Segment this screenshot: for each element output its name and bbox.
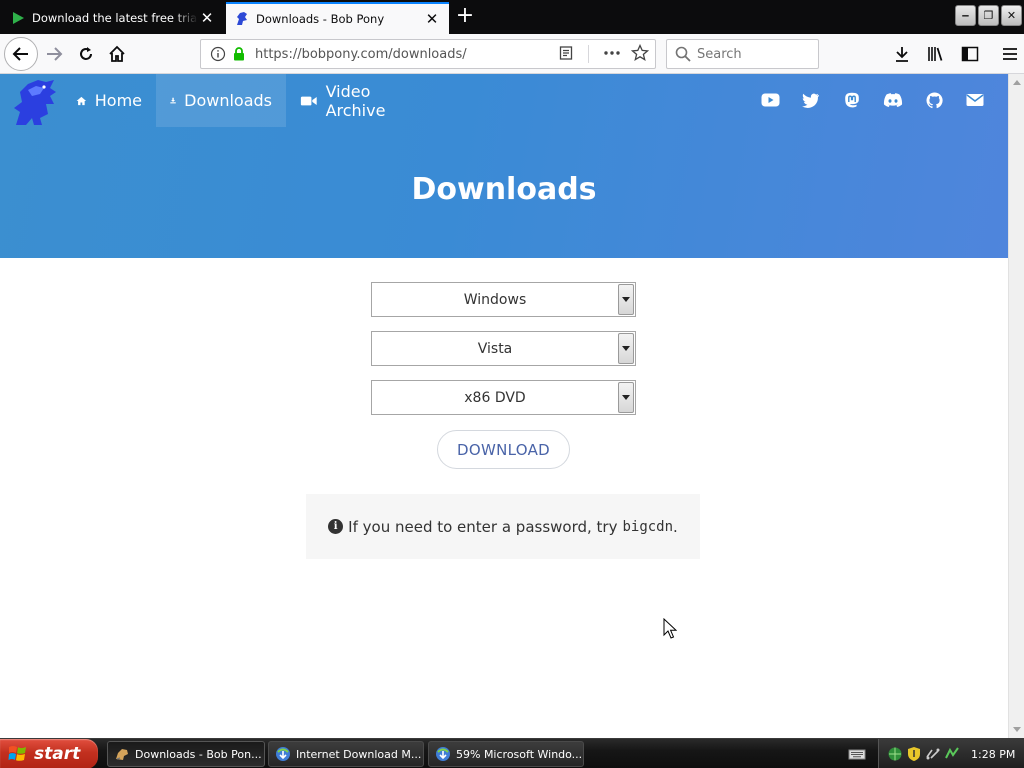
url-text[interactable]: https://bobpony.com/downloads/ — [255, 47, 558, 62]
nav-home-label: Home — [94, 91, 142, 110]
scroll-up-icon[interactable] — [1013, 80, 1021, 85]
page-actions-icon[interactable] — [603, 45, 621, 64]
minimize-icon[interactable]: ‒ — [955, 5, 976, 26]
start-button[interactable]: start — [0, 739, 98, 768]
bookmark-star-icon[interactable] — [630, 43, 650, 65]
restore-icon[interactable]: ❐ — [978, 5, 999, 26]
reader-view-icon[interactable] — [558, 45, 574, 64]
internet-download-manager-icon — [275, 746, 291, 762]
keyboard-icon[interactable] — [848, 745, 866, 763]
edition-select-value: x86 DVD — [464, 389, 526, 406]
bob-pony-logo-icon[interactable] — [10, 78, 62, 126]
bob-pony-favicon-icon — [234, 11, 250, 27]
close-tab-icon[interactable]: ✕ — [423, 10, 441, 28]
page-title: Downloads — [411, 172, 597, 207]
taskbar-item-label: Downloads - Bob Pon... — [135, 747, 262, 761]
window-controls: ‒ ❐ ✕ — [955, 5, 1022, 26]
windows-flag-icon — [8, 746, 26, 761]
download-button[interactable]: DOWNLOAD — [437, 430, 570, 469]
chevron-down-icon[interactable] — [618, 333, 634, 364]
close-tab-icon[interactable]: ✕ — [198, 9, 216, 27]
taskbar-item-label: 59% Microsoft Windo... — [456, 747, 583, 761]
social-links — [759, 89, 986, 111]
forward-button[interactable] — [40, 40, 68, 68]
home-button[interactable] — [103, 40, 131, 68]
toolbar-icons — [888, 40, 1024, 68]
tab-download-trial[interactable]: Download the latest free trial versi ✕ — [2, 2, 224, 34]
github-icon[interactable] — [923, 89, 945, 111]
tab-title: Download the latest free trial versi — [32, 11, 198, 25]
twitter-icon[interactable] — [800, 89, 822, 111]
nav-downloads[interactable]: Downloads — [156, 74, 286, 127]
nav-video-archive[interactable]: Video Archive — [286, 74, 436, 127]
os-select[interactable]: Windows — [371, 282, 636, 317]
home-icon — [109, 45, 125, 62]
chevron-down-icon[interactable] — [618, 382, 634, 413]
download-icon — [170, 97, 176, 104]
start-label: start — [34, 744, 81, 764]
notice-end: . — [673, 517, 678, 536]
new-tab-button[interactable]: + — [452, 5, 478, 29]
site-navbar: Home Downloads Video Archive — [0, 74, 1008, 127]
taskbar: start Downloads - Bob Pon... Internet Do… — [0, 738, 1024, 768]
idm-tray-icon[interactable] — [944, 746, 960, 762]
lock-icon[interactable] — [231, 47, 247, 61]
web-page: Home Downloads Video Archive Downloads W… — [0, 74, 1008, 738]
version-select-value: Vista — [477, 340, 513, 357]
taskbar-item-idm[interactable]: Internet Download M... — [268, 741, 424, 767]
nav-downloads-label: Downloads — [184, 91, 272, 110]
scroll-down-icon[interactable] — [1013, 727, 1021, 732]
email-icon[interactable] — [964, 89, 986, 111]
taskbar-item-downloads[interactable]: Downloads - Bob Pon... — [107, 741, 265, 767]
nav-home[interactable]: Home — [62, 74, 156, 127]
arrow-right-icon — [47, 47, 63, 61]
back-button[interactable] — [4, 37, 38, 71]
edition-select[interactable]: x86 DVD — [371, 380, 636, 415]
vertical-scrollbar[interactable] — [1008, 74, 1024, 738]
tab-strip: Download the latest free trial versi ✕ D… — [0, 0, 1024, 34]
home-icon — [76, 96, 87, 105]
reload-button[interactable] — [72, 40, 100, 68]
info-icon: i — [328, 519, 344, 534]
download-progress-icon — [435, 746, 451, 762]
mouse-cursor-icon — [663, 617, 678, 643]
mastodon-icon[interactable] — [841, 89, 863, 111]
security-shield-icon[interactable] — [906, 746, 922, 762]
close-window-icon[interactable]: ✕ — [1001, 5, 1022, 26]
system-tray: 1:28 PM — [878, 739, 1024, 768]
info-icon[interactable] — [207, 43, 229, 65]
taskbar-item-microsoft-windows[interactable]: 59% Microsoft Windo... — [428, 741, 584, 767]
bob-pony-favicon-icon — [114, 746, 130, 762]
library-icon[interactable] — [922, 40, 950, 68]
os-select-value: Windows — [463, 291, 527, 308]
clock[interactable]: 1:28 PM — [971, 748, 1015, 761]
chevron-down-icon[interactable] — [618, 284, 634, 315]
url-bar[interactable]: https://bobpony.com/downloads/ — [200, 39, 656, 69]
search-input[interactable] — [697, 46, 807, 62]
notice-text: If you need to enter a password, try — [348, 517, 618, 536]
sidebar-icon[interactable] — [956, 40, 984, 68]
notice-password: bigcdn — [622, 518, 674, 535]
hero-banner: Home Downloads Video Archive Downloads — [0, 74, 1008, 258]
play-icon — [10, 10, 26, 26]
video-camera-icon — [300, 96, 317, 105]
reload-icon — [80, 47, 92, 60]
search-box[interactable] — [666, 39, 819, 69]
network-icon[interactable] — [887, 746, 903, 762]
youtube-icon[interactable] — [759, 89, 781, 111]
version-select[interactable]: Vista — [371, 331, 636, 366]
arrow-left-icon — [12, 47, 28, 61]
navigation-toolbar: https://bobpony.com/downloads/ — [0, 34, 1024, 74]
nav-video-archive-label: Video Archive — [325, 81, 386, 120]
discord-icon[interactable] — [882, 89, 904, 111]
search-icon — [675, 46, 691, 62]
tab-downloads-bob-pony[interactable]: Downloads - Bob Pony ✕ — [226, 2, 449, 34]
tab-title: Downloads - Bob Pony — [256, 12, 385, 26]
network-connections-icon[interactable] — [925, 746, 941, 762]
password-notice: i If you need to enter a password, try b… — [306, 494, 700, 559]
taskbar-item-label: Internet Download M... — [296, 747, 422, 761]
download-icon[interactable] — [888, 40, 916, 68]
hamburger-menu-icon[interactable] — [996, 40, 1024, 68]
